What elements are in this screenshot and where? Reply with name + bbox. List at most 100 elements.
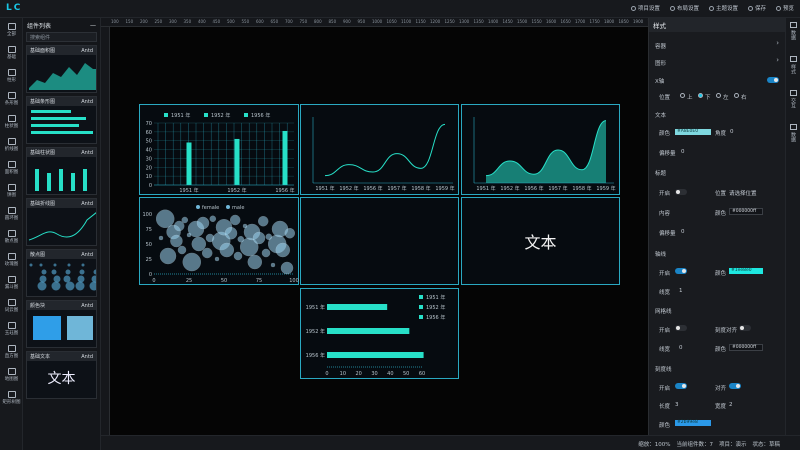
component-card[interactable]: 基础文本 Antd 文本 — [26, 351, 97, 399]
component-card[interactable]: 散点图 Antd — [26, 249, 97, 297]
strip-icon — [7, 91, 16, 99]
align-toggle[interactable] — [739, 325, 751, 331]
section-grid: 网格线 — [655, 309, 672, 315]
text-widget-panel[interactable]: 文本 — [461, 197, 620, 285]
component-card[interactable]: 基础面积图 Antd — [26, 45, 97, 93]
nav-item-table[interactable]: 矩形树图 — [0, 386, 23, 409]
ruler-tick: 800 — [314, 19, 322, 24]
color5-label: 颜色 — [659, 423, 671, 429]
radio-3[interactable] — [734, 93, 739, 98]
legend-swatch — [419, 305, 423, 309]
layout-settings-button[interactable]: 布局设置 — [669, 4, 699, 12]
ruler-tick: 1400 — [488, 19, 499, 24]
grid-toggle[interactable] — [675, 325, 687, 331]
page-settings-button[interactable]: 项目设置 — [630, 4, 660, 12]
radio-2[interactable] — [716, 93, 721, 98]
xaxis-toggle[interactable] — [767, 77, 779, 83]
nav-item-treemap[interactable]: 直方图 — [0, 340, 23, 363]
tab-setting[interactable]: 数据 — [786, 120, 800, 154]
ruler-tick: 1500 — [517, 19, 528, 24]
scatter-point — [275, 242, 291, 258]
nav-item-bar[interactable]: 柱形 — [0, 64, 23, 87]
component-card[interactable]: 颜色块 Antd — [26, 300, 97, 348]
title-color-input[interactable]: #000000ff — [729, 208, 763, 215]
chevron-right-icon[interactable]: › — [776, 39, 779, 47]
section-tick: 刻度线 — [655, 367, 672, 373]
scatter-point — [191, 236, 206, 252]
component-card[interactable]: 基础柱状图 Antd — [26, 147, 97, 195]
style-icon — [790, 56, 797, 62]
map-icon — [7, 367, 16, 375]
nav-item-text[interactable]: 词云图 — [0, 294, 23, 317]
radio-0[interactable] — [680, 93, 685, 98]
nav-item-funnel[interactable]: 漏斗图 — [0, 271, 23, 294]
nav-item-strip[interactable]: 条形图 — [0, 87, 23, 110]
nav-item-ring[interactable]: 圆环图 — [0, 202, 23, 225]
ring-icon — [7, 206, 16, 214]
treemap-icon — [7, 344, 16, 352]
tab-data[interactable]: 数据 — [786, 18, 800, 52]
save-button[interactable]: 保存 — [747, 4, 766, 12]
gauge-icon — [7, 321, 16, 329]
section-axisline: 轴线 — [655, 252, 667, 258]
preview-point — [67, 263, 71, 267]
tab-style[interactable]: 样式 — [786, 52, 800, 86]
scatter-point — [170, 234, 183, 248]
collapse-icon[interactable]: — — [90, 22, 96, 29]
ruler-tick: 1900 — [633, 19, 644, 24]
chart-panel-area[interactable]: 1951 年 1952 年 1956 年 1957 年 1958 年 1959 年 — [461, 104, 620, 195]
chart-panel-hbar[interactable]: 1951 年 1952 年 1956 年 1951 年 1952 年 1956 年 0 10 2… — [300, 288, 459, 379]
nav-item-basic[interactable]: 基础 — [0, 41, 23, 64]
legend-swatch — [419, 295, 423, 299]
preview-bar — [35, 169, 39, 191]
grid-color-input[interactable]: #000000ff — [729, 344, 763, 351]
preview-swatch — [33, 316, 61, 340]
bar — [327, 352, 424, 358]
nav-item-radar[interactable]: 玫瑰图 — [0, 248, 23, 271]
preview-point — [51, 269, 57, 275]
ruler-tick: 1800 — [604, 19, 615, 24]
component-card[interactable]: 基础条形图 Antd — [26, 96, 97, 144]
ruler-tick: 1750 — [589, 19, 600, 24]
ruler-tick: 1300 — [459, 19, 470, 24]
axisline-color-swatch[interactable]: #1ee8e0 — [729, 268, 763, 274]
x-tick-label: 20 — [355, 371, 361, 377]
tick-color-swatch[interactable]: #2b99e8 — [675, 420, 711, 426]
nav-item-map[interactable]: 地图图 — [0, 363, 23, 386]
tick-toggle[interactable] — [675, 383, 687, 389]
axisline-toggle[interactable] — [675, 268, 687, 274]
nav-item-pie[interactable]: 饼图 — [0, 179, 23, 202]
line-icon — [7, 137, 16, 145]
area-icon — [7, 160, 16, 168]
tab-event[interactable]: 交互 — [786, 86, 800, 120]
component-card[interactable]: 基础折线图 Antd — [26, 198, 97, 246]
chevron-right-icon[interactable]: › — [776, 56, 779, 64]
chart-panel-scatter[interactable]: female male 0 25 50 75 100 0 25 50 75 100 — [139, 197, 299, 285]
nav-item-column[interactable]: 柱状图 — [0, 110, 23, 133]
nav-item-scatter[interactable]: 散点图 — [0, 225, 23, 248]
tick-align-toggle[interactable] — [729, 383, 741, 389]
radio-1[interactable] — [698, 93, 703, 98]
scatter-point — [156, 209, 175, 228]
nav-item-line[interactable]: 折线图 — [0, 133, 23, 156]
angle-value: 0 — [730, 129, 734, 135]
nav-item-area[interactable]: 面积图 — [0, 156, 23, 179]
chart-panel-line[interactable]: 1951 年 1952 年 1956 年 1957 年 1958 年 1959 年 — [300, 104, 459, 195]
card-preview: 文本 — [27, 361, 96, 398]
text-color-swatch[interactable]: #A8E0E0 — [675, 129, 711, 135]
preview-button[interactable]: 预览 — [775, 4, 794, 12]
radio-label: 右 — [741, 95, 747, 101]
chart-panel-bar[interactable]: 1951 年 1952 年 1956 年 0 10 20 30 40 50 60 70 1951 年 1… — [139, 104, 299, 195]
nav-item-all[interactable]: 全部 — [0, 18, 23, 41]
ruler-tick: 400 — [198, 19, 206, 24]
theme-settings-button[interactable]: 主题设置 — [708, 4, 738, 12]
page-settings-icon — [630, 5, 636, 11]
nav-item-gauge[interactable]: 玉珏图 — [0, 317, 23, 340]
y-tick-label: 1951 年 — [306, 304, 325, 311]
ruler-tick: 250 — [154, 19, 163, 24]
color4-label: 颜色 — [715, 347, 727, 353]
search-input[interactable]: 搜索组件 — [26, 32, 97, 42]
title-toggle[interactable] — [675, 189, 687, 195]
empty-panel[interactable] — [300, 197, 459, 285]
width2-label: 线宽 — [659, 347, 671, 353]
